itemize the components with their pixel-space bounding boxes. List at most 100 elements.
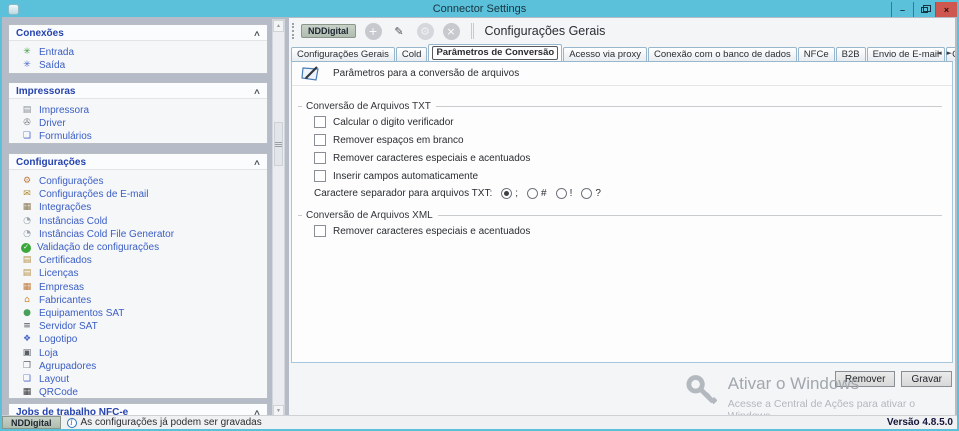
- sidebar-item-label: Entrada: [39, 47, 75, 59]
- sidebar-item-servidor-sat[interactable]: ≡ Servidor SAT: [21, 320, 265, 333]
- sidebar-item-label: Agrupadores: [39, 360, 97, 372]
- sidebar-item-label: Instâncias Cold: [39, 215, 108, 227]
- radio-option[interactable]: ?: [581, 187, 601, 199]
- sidebar-item-label: Empresas: [39, 281, 85, 293]
- tab-configuracoes-gerais[interactable]: Configurações Gerais: [291, 47, 395, 61]
- sidebar-section-title: Impressoras: [16, 85, 76, 97]
- sidebar-item-driver[interactable]: ✇ Driver: [21, 117, 265, 130]
- checkbox-calcular-o-digito-verificador[interactable]: [314, 116, 326, 128]
- sidebar-section-header[interactable]: Impressoras ∧: [9, 83, 267, 99]
- tab-label: Cold: [401, 49, 422, 60]
- radio-option[interactable]: ;: [501, 187, 518, 199]
- sidebar-item-logotipo[interactable]: ❖ Logotipo: [21, 333, 265, 346]
- sidebar-item-empresas[interactable]: ▦ Empresas: [21, 281, 265, 294]
- connector-settings-window: Connector Settings – × Conexões ∧ ✳ Entrada ✳…: [0, 0, 959, 431]
- radio-label: #: [541, 187, 547, 199]
- minimize-icon[interactable]: –: [891, 2, 913, 17]
- collapse-caret-icon[interactable]: ∧: [253, 29, 261, 38]
- toolbar-separator: [470, 23, 474, 39]
- add-circle-icon[interactable]: +: [364, 22, 382, 40]
- sidebar-item-label: Fabricantes: [39, 294, 92, 306]
- window-controls: – ×: [891, 2, 957, 17]
- tab-parametros-de-conversao[interactable]: Parâmetros de Conversão: [428, 44, 563, 61]
- sidebar-item-formularios[interactable]: ❏ Formulários: [21, 130, 265, 143]
- tab-label: Configurações Gerais: [297, 49, 389, 60]
- sidebar-item-label: Layout: [39, 373, 70, 385]
- sidebar-item-loja[interactable]: ▣ Loja: [21, 346, 265, 359]
- sidebar-item-instancias-cold-file-generator[interactable]: ◔ Instâncias Cold File Generator: [21, 228, 265, 241]
- content-header-text: Parâmetros para a conversão de arquivos: [333, 68, 520, 79]
- radio-button[interactable]: [501, 187, 513, 199]
- group-label-conversao-de-arquivos-xml: Conversão de Arquivos XML: [298, 209, 944, 222]
- sidebar-item-saida[interactable]: ✳ Saída: [21, 59, 265, 72]
- sidebar-item-integracoes[interactable]: ▦ Integrações: [21, 201, 265, 214]
- brand-badge: NDDigital: [301, 24, 356, 38]
- sidebar-item-configuracoes-de-e-mail[interactable]: ✉ Configurações de E-mail: [21, 188, 265, 201]
- radio-button[interactable]: [555, 187, 567, 199]
- content-body: Conversão de Arquivos TXT Calcular o digi…: [292, 86, 952, 240]
- group-label-conversao-de-arquivos-txt: Conversão de Arquivos TXT: [298, 100, 944, 113]
- checkbox-remover-caracteres-especiais-e-acentuados[interactable]: [314, 225, 326, 237]
- sidebar-item-instancias-cold[interactable]: ◔ Instâncias Cold: [21, 215, 265, 228]
- checkbox-inserir-campos-automaticamente[interactable]: [314, 170, 326, 182]
- tab-b2b[interactable]: B2B: [835, 47, 866, 61]
- tab-envio-de-e-mail[interactable]: Envio de E-mail: [866, 47, 946, 61]
- radio-option[interactable]: #: [527, 187, 547, 199]
- restore-icon[interactable]: [913, 2, 935, 17]
- radio-option[interactable]: !: [555, 187, 572, 199]
- sidebar-item-certificados[interactable]: ▤ Certificados: [21, 254, 265, 267]
- sidebar-item-agrupadores[interactable]: ❐ Agrupadores: [21, 360, 265, 373]
- printer-icon: ▤: [22, 105, 32, 116]
- scrollbar-thumb[interactable]: [274, 122, 283, 166]
- checkbox-remover-espacos-em-branco[interactable]: [314, 134, 326, 146]
- tab-label: Envio de E-mail: [872, 49, 940, 60]
- collapse-caret-icon[interactable]: ∧: [253, 158, 261, 167]
- windows-key-icon: [686, 375, 717, 405]
- sidebar-item-validacao-de-configuracoes[interactable]: ✓ Validação de configurações: [21, 241, 265, 254]
- content-header: Parâmetros para a conversão de arquivos: [292, 62, 952, 86]
- remove-circle-icon[interactable]: ×: [442, 22, 460, 40]
- forms-icon: ❏: [22, 131, 32, 142]
- tab-nfce[interactable]: NFCe: [797, 47, 835, 61]
- sidebar-item-qrcode[interactable]: ▦ QRCode: [21, 386, 265, 398]
- close-icon[interactable]: ×: [935, 2, 957, 17]
- sidebar-item-layout[interactable]: ❏ Layout: [21, 373, 265, 386]
- licenses-icon: ▤: [22, 268, 32, 279]
- collapse-caret-icon[interactable]: ∧: [253, 87, 261, 96]
- edit-pencil-icon[interactable]: ✎: [391, 23, 408, 40]
- checkbox-remover-caracteres-especiais-e-acentuados[interactable]: [314, 152, 326, 164]
- sidebar-item-equipamentos-sat[interactable]: ● Equipamentos SAT: [21, 307, 265, 320]
- sidebar-section-header[interactable]: Configurações ∧: [9, 154, 267, 170]
- sidebar-item-list: ▤ Impressora ✇ Driver ❏ Formulários: [9, 99, 267, 143]
- sidebar-item-impressora[interactable]: ▤ Impressora: [21, 104, 265, 117]
- tab-scroll-right-icon[interactable]: ►: [947, 49, 952, 57]
- tab-cold[interactable]: Cold: [395, 47, 428, 61]
- tab-conexao-com-o-banco-de-dados[interactable]: Conexão com o banco de dados: [648, 47, 797, 61]
- sidebar-item-entrada[interactable]: ✳ Entrada: [21, 46, 265, 59]
- tab-acesso-via-proxy[interactable]: Acesso via proxy: [563, 47, 647, 61]
- sidebar-item-label: Equipamentos SAT: [39, 307, 125, 319]
- radio-button[interactable]: [527, 187, 539, 199]
- statusbar-brand-badge: NDDigital: [2, 416, 61, 429]
- tab-scroll-left-icon[interactable]: ◄: [936, 49, 941, 57]
- manufacturers-icon: ⌂: [24, 294, 30, 305]
- checkbox-row: Inserir campos automaticamente: [314, 167, 944, 185]
- watermark-title: Ativar o Windows: [727, 374, 860, 393]
- sidebar-item-fabricantes[interactable]: ⌂ Fabricantes: [21, 294, 265, 307]
- sidebar-section-header[interactable]: Conexões ∧: [9, 25, 267, 41]
- sidebar-section-impressoras: Impressoras ∧ ▤ Impressora ✇ Driver ❏ Formulári…: [8, 82, 268, 144]
- sidebar-item-label: Validação de configurações: [37, 242, 160, 254]
- sidebar-item-label: Saída: [39, 60, 66, 72]
- scroll-up-icon[interactable]: ▲: [273, 20, 284, 32]
- radio-button[interactable]: [581, 187, 593, 199]
- toolbar-grip[interactable]: [292, 23, 296, 39]
- sidebar-item-licencas[interactable]: ▤ Licenças: [21, 267, 265, 280]
- sidebar-item-label: Integrações: [39, 202, 92, 214]
- sidebar-section-configuracoes: Configurações ∧ ⚙ Configurações ✉ Configuraçõ…: [8, 153, 268, 399]
- separator-label: Caractere separador para arquivos TXT:: [314, 187, 493, 199]
- sidebar-scrollbar[interactable]: ▲ ▼: [272, 19, 285, 418]
- gear-circle-icon[interactable]: ⚙: [416, 22, 434, 40]
- content-panel: Parâmetros para a conversão de arquivos …: [291, 61, 953, 363]
- sidebar-item-configuracoes[interactable]: ⚙ Configurações: [21, 175, 265, 188]
- sidebar-section-conexoes: Conexões ∧ ✳ Entrada ✳ Saída: [8, 24, 268, 74]
